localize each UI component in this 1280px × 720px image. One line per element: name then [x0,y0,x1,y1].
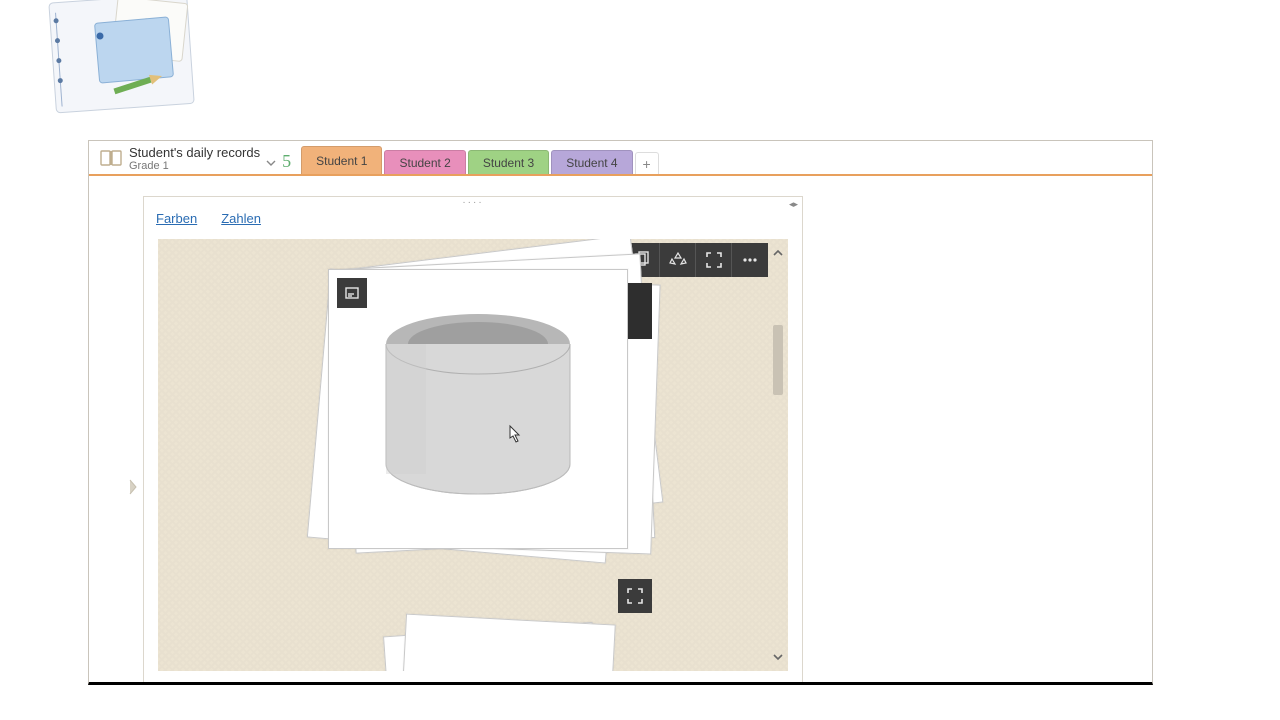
link-zahlen[interactable]: Zahlen [221,211,261,226]
drag-handle-icon[interactable]: ···· [462,197,483,208]
tab-bar: Student 1 Student 2 Student 3 Student 4 … [301,146,659,174]
canvas[interactable] [158,239,788,671]
tab-label: Student 2 [399,156,450,170]
caption-toggle-button[interactable] [337,278,367,308]
vertical-scrollbar[interactable] [770,245,786,665]
app-window: Student's daily records Grade 1 5 Studen… [88,140,1153,685]
tab-label: Student 4 [566,156,617,170]
tab-student-3[interactable]: Student 3 [468,150,549,174]
more-button[interactable] [732,243,768,277]
notebook-title: Student's daily records [129,146,260,160]
page-counter: 5 [282,151,291,172]
card-edge-dark [628,283,652,339]
tab-student-1[interactable]: Student 1 [301,146,382,174]
stack-card [398,614,616,671]
header: Student's daily records Grade 1 5 Studen… [89,141,1152,176]
links-row: Farben Zahlen [156,211,261,226]
scroll-down-icon[interactable] [770,649,786,665]
chevron-down-icon[interactable] [266,158,276,168]
fullscreen-button[interactable] [696,243,732,277]
link-farben[interactable]: Farben [156,211,197,226]
section-title: Grade 1 [129,160,260,172]
scroll-up-icon[interactable] [770,245,786,261]
note-container: ···· ◂▸ Farben Zahlen ···· [143,196,803,682]
expand-card-button[interactable] [618,579,652,613]
notebook-icon [99,146,123,170]
image-card-stack[interactable] [388,619,618,671]
top-card[interactable] [328,269,628,549]
image-card-stack[interactable] [318,251,678,571]
tab-student-2[interactable]: Student 2 [384,150,465,174]
sticky-note-widget[interactable] [45,0,210,130]
scroll-thumb[interactable] [773,325,783,395]
panel-expand-handle[interactable] [127,476,139,498]
tab-label: Student 3 [483,156,534,170]
workspace: ···· ◂▸ Farben Zahlen ···· [89,176,1152,682]
tab-label: Student 1 [316,154,367,168]
plus-icon: + [643,156,651,172]
add-tab-button[interactable]: + [635,152,659,174]
cylinder-image [368,294,588,524]
tab-student-4[interactable]: Student 4 [551,150,632,174]
collapse-icon[interactable]: ◂▸ [789,199,798,210]
title-block[interactable]: Student's daily records Grade 1 [129,146,260,172]
